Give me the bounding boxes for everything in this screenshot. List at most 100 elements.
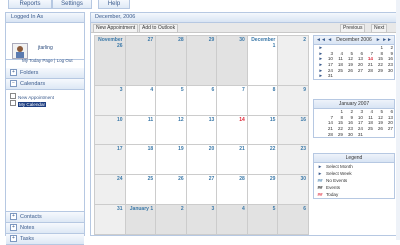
day-cell[interactable]: January 1 <box>124 204 157 235</box>
user-links[interactable]: My Today Page | Log Out <box>22 58 73 63</box>
day-cell[interactable]: 22 <box>246 144 279 176</box>
day-cell[interactable]: December 1 <box>246 35 279 86</box>
legend-label: No Events <box>326 178 348 183</box>
legend-item: ► Select Month <box>314 163 394 170</box>
day-cell[interactable]: 27 <box>185 174 218 206</box>
week-row: 24 25 26 27 28 29 30 <box>94 174 309 206</box>
day-cell[interactable]: 16 <box>277 114 309 146</box>
day-cell[interactable]: 6 <box>277 204 309 235</box>
calendars-section[interactable]: − Calendars <box>6 79 84 90</box>
week-row: 3456789 <box>94 84 309 116</box>
day-cell[interactable]: 11 <box>124 114 157 146</box>
day-cell[interactable]: 27 <box>124 35 157 86</box>
day-cell[interactable]: 17 <box>94 144 126 176</box>
collapse-icon[interactable]: − <box>10 80 17 88</box>
logged-in-header: Logged In As <box>6 13 84 23</box>
day-cell[interactable]: 29 <box>185 35 218 86</box>
expand-icon[interactable]: + <box>10 235 17 243</box>
day-cell[interactable]: 8 <box>246 84 279 116</box>
contacts-section[interactable]: + Contacts <box>6 212 84 223</box>
day-cell[interactable]: 3 <box>94 84 126 116</box>
legend-item: ► Select Week <box>314 170 394 177</box>
tab-reports[interactable]: Reports <box>8 0 52 9</box>
tab-settings[interactable]: Settings <box>52 0 92 9</box>
day-cell[interactable]: 4 <box>124 84 157 116</box>
day-cell[interactable]: 25 <box>124 174 157 206</box>
mini-calendar-header: ◄◄ ◄ December 2006 ► ►► <box>314 36 394 45</box>
day-cell[interactable]: 5 <box>155 84 187 116</box>
mini-day[interactable]: 31 <box>354 131 364 137</box>
day-cell[interactable]: 2 <box>155 204 187 235</box>
sidebar: Logged In As jtarling My Today Page | Lo… <box>5 12 85 245</box>
day-cell[interactable]: 7 <box>216 84 248 116</box>
next-button[interactable]: Next <box>371 24 388 33</box>
legend: Legend ► Select Month ► Select Week ## No Eve… <box>313 153 395 199</box>
day-cell[interactable]: 28 <box>155 35 187 86</box>
legend-swatch-icon: ► <box>317 171 323 176</box>
day-cell[interactable]: 24 <box>94 174 126 206</box>
tab-help[interactable]: Help <box>98 0 130 9</box>
day-cell[interactable]: 14 <box>216 114 248 146</box>
mini-prev-icons[interactable]: ◄◄ ◄ <box>316 36 332 44</box>
month-grid: November 26 27 28 29 30 December 1 2 3 4 5 6 7 8 9 10 1… <box>94 35 309 235</box>
day-cell[interactable]: 20 <box>185 144 218 176</box>
day-cell[interactable]: 28 <box>216 174 248 206</box>
day-cell[interactable]: 23 <box>277 144 309 176</box>
mini-day <box>354 73 364 79</box>
week-row: 10 11 12 13 14 15 16 <box>94 114 309 146</box>
mini-calendar-title: December 2006 <box>336 37 372 43</box>
mini-day <box>344 73 354 79</box>
new-appointment-link[interactable]: New Appointment <box>10 93 84 100</box>
mini-next-icons[interactable]: ► ►► <box>376 36 392 44</box>
day-cell[interactable]: 30 <box>277 174 309 206</box>
day-cell[interactable]: 15 <box>246 114 279 146</box>
legend-swatch-icon: ## <box>317 192 323 197</box>
day-cell[interactable]: 3 <box>185 204 218 235</box>
day-cell[interactable]: 18 <box>124 144 157 176</box>
expand-icon[interactable]: + <box>10 224 17 232</box>
day-cell[interactable]: 10 <box>94 114 126 146</box>
scrollbar[interactable] <box>396 0 400 240</box>
day-cell[interactable]: 12 <box>155 114 187 146</box>
day-cell[interactable]: 2 <box>277 35 309 86</box>
new-appointment-button[interactable]: New Appointment <box>93 24 139 33</box>
day-cell[interactable]: November 26 <box>94 35 126 86</box>
calendar-icon <box>10 93 16 99</box>
expand-icon[interactable]: + <box>10 213 17 221</box>
mini-calendar-days: 1 2 3 4 5 6 7 8 9 10 11 12 13 14 15 16 17 18 19 20 21 22 23 24 2… <box>314 109 394 137</box>
mini-day <box>374 73 384 79</box>
mini-calendar-days: ► 1 2 ► 3 4 5 6 7 8 9 ► 10 11 12 13 14 15 16 ► 17 18 19 20 21 22 2… <box>314 45 394 79</box>
select-week-icon[interactable] <box>314 131 324 137</box>
mini-day[interactable]: 29 <box>334 131 344 137</box>
day-cell[interactable]: 29 <box>246 174 279 206</box>
user-icon <box>16 46 24 58</box>
day-cell[interactable]: 21 <box>216 144 248 176</box>
day-cell[interactable]: 6 <box>185 84 218 116</box>
day-cell[interactable]: 30 <box>216 35 248 86</box>
select-week-icon[interactable]: ► <box>314 73 324 79</box>
add-to-outlook-button[interactable]: Add to Outlook <box>139 24 179 33</box>
day-cell[interactable]: 26 <box>155 174 187 206</box>
mini-day <box>364 131 374 137</box>
day-cell[interactable]: 5 <box>246 204 279 235</box>
expand-icon[interactable]: + <box>10 69 17 77</box>
day-cell[interactable]: 4 <box>216 204 248 235</box>
previous-button[interactable]: Previous <box>340 24 366 33</box>
mini-day <box>374 131 384 137</box>
folders-section[interactable]: + Folders <box>6 68 84 79</box>
calendar-toolbar: New Appointment Add to Outlook Previous … <box>91 23 396 33</box>
mini-day[interactable]: 31 <box>324 73 334 79</box>
mini-day[interactable]: 30 <box>344 131 354 137</box>
mini-day[interactable]: 28 <box>324 131 334 137</box>
mini-day <box>384 73 394 79</box>
legend-label: Select Week <box>326 171 352 176</box>
mini-day <box>334 73 344 79</box>
day-cell[interactable]: 19 <box>155 144 187 176</box>
day-cell[interactable]: 9 <box>277 84 309 116</box>
my-calendar-item[interactable]: My Calendar <box>10 100 84 107</box>
username: jtarling <box>38 45 53 51</box>
notes-section[interactable]: + Notes <box>6 223 84 234</box>
day-cell[interactable]: 31 <box>94 204 126 235</box>
legend-label: Today <box>326 192 339 197</box>
day-cell[interactable]: 13 <box>185 114 218 146</box>
